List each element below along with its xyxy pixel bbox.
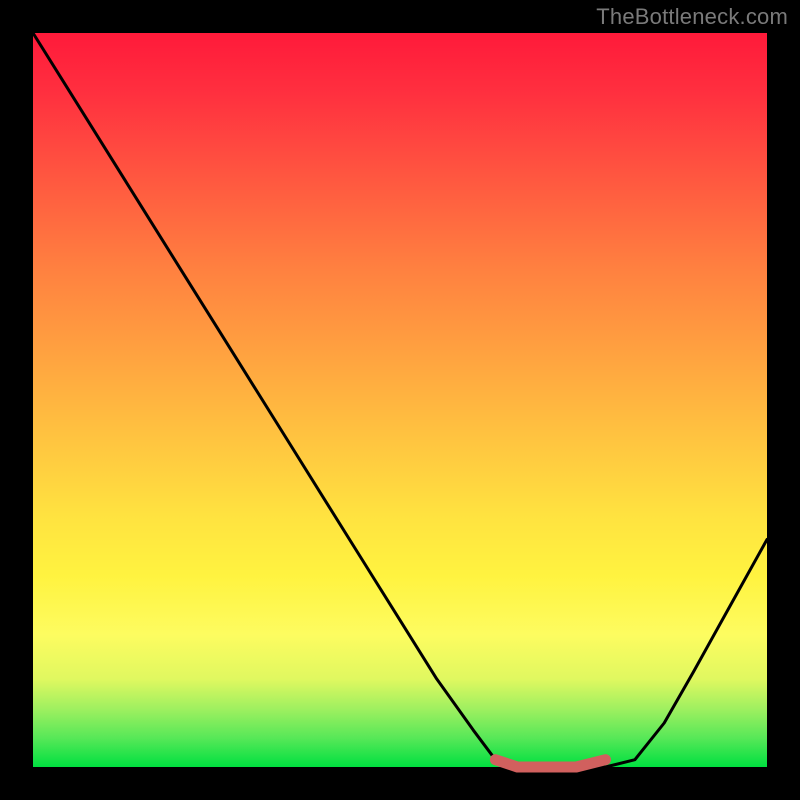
highlight-band	[495, 760, 605, 767]
bottleneck-curve	[33, 33, 767, 767]
chart-svg	[33, 33, 767, 767]
chart-frame: TheBottleneck.com	[0, 0, 800, 800]
plot-area	[33, 33, 767, 767]
watermark-text: TheBottleneck.com	[596, 4, 788, 30]
